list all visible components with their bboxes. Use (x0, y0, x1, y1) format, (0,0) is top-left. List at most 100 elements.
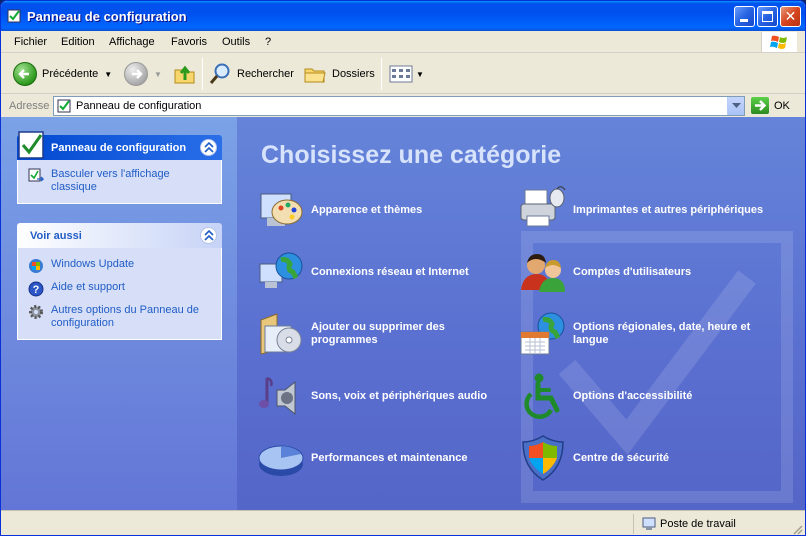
menu-affichage[interactable]: Affichage (109, 36, 155, 48)
forward-dropdown-icon[interactable]: ▼ (154, 70, 162, 79)
menu-fichier[interactable]: Fichier (14, 36, 47, 48)
folders-icon (304, 68, 326, 83)
status-zone-label: Poste de travail (660, 518, 736, 530)
chevron-up-icon (204, 230, 214, 241)
category-users[interactable]: Comptes d'utilisateurs (519, 248, 774, 296)
category-label: Centre de sécurité (573, 451, 669, 464)
control-panel-window: Panneau de configuration ✕ Fichier Editi… (0, 0, 806, 536)
address-input[interactable]: Panneau de configuration (53, 96, 745, 116)
go-arrow-icon (751, 97, 769, 114)
link-label: Basculer vers l'affichage classique (51, 168, 170, 193)
control-panel-icon (15, 129, 49, 161)
up-folder-button[interactable] (173, 60, 197, 88)
close-button[interactable]: ✕ (780, 6, 801, 27)
resize-grip-icon[interactable] (791, 523, 803, 535)
my-computer-icon (642, 517, 656, 531)
go-label: OK (774, 99, 790, 112)
panel-title: Voir aussi (30, 230, 82, 242)
category-add-remove-programs[interactable]: Ajouter ou supprimer des programmes (257, 310, 512, 358)
menu-favoris[interactable]: Favoris (171, 36, 207, 48)
windows-logo-icon (761, 32, 797, 52)
minimize-button[interactable] (734, 6, 755, 27)
menu-outils[interactable]: Outils (222, 36, 250, 48)
category-label: Connexions réseau et Internet (311, 265, 469, 278)
category-security-center[interactable]: Centre de sécurité (519, 434, 774, 482)
views-icon (389, 65, 413, 83)
menu-edition[interactable]: Edition (61, 36, 95, 48)
back-arrow-icon (13, 62, 37, 86)
views-button[interactable]: ▼ (389, 60, 424, 88)
category-label: Imprimantes et autres périphériques (573, 203, 764, 216)
chevron-down-icon (732, 103, 741, 108)
up-folder-icon (174, 65, 195, 84)
help-support-link[interactable]: ? Aide et support (28, 281, 211, 297)
status-bar: Poste de travail (1, 510, 805, 535)
panel-header[interactable]: Voir aussi (17, 223, 222, 248)
folders-label: Dossiers (332, 68, 375, 80)
regional-options-icon (519, 310, 567, 358)
search-label: Rechercher (237, 68, 294, 80)
menu-help[interactable]: ? (265, 36, 271, 48)
address-dropdown-button[interactable] (727, 97, 744, 115)
collapse-button[interactable] (200, 139, 217, 156)
content-area: Panneau de configuration Basculer vers l… (1, 117, 805, 510)
windows-update-link[interactable]: Windows Update (28, 258, 211, 274)
toolbar-separator (202, 58, 203, 90)
control-panel-icon (7, 8, 23, 24)
address-label: Adresse (9, 100, 50, 112)
link-label: Windows Update (51, 258, 135, 270)
close-icon: ✕ (784, 8, 797, 24)
panel-body: Windows Update ? Aide et support Autres … (17, 248, 222, 340)
category-appearance[interactable]: Apparence et thèmes (257, 186, 512, 234)
see-also-panel: Voir aussi Windows Update ? Aide et supp… (17, 223, 222, 340)
menu-bar: Fichier Edition Affichage Favoris Outils… (1, 31, 805, 53)
category-accessibility[interactable]: Options d'accessibilité (519, 372, 774, 420)
category-label: Options d'accessibilité (573, 389, 693, 402)
toolbar: Précédente ▼ ▼ Rechercher Dossiers ▼ (1, 54, 805, 94)
chevron-up-icon (204, 142, 214, 153)
add-remove-programs-icon (257, 310, 305, 358)
sound-icon (257, 372, 305, 420)
link-label: Aide et support (51, 281, 125, 293)
accessibility-icon (519, 372, 567, 420)
collapse-button[interactable] (200, 227, 217, 244)
title-bar[interactable]: Panneau de configuration ✕ (1, 1, 805, 31)
address-value: Panneau de configuration (76, 100, 202, 112)
search-button[interactable]: Rechercher (208, 60, 294, 88)
back-label: Précédente (42, 68, 99, 80)
category-view: Choisissez une catégorie Apparence et th… (237, 117, 805, 510)
page-title: Choisissez une catégorie (261, 141, 562, 169)
search-icon (209, 63, 230, 84)
switch-view-icon (28, 168, 45, 184)
category-regional-options[interactable]: Options régionales, date, heure et langu… (519, 310, 774, 358)
category-label: Performances et maintenance (311, 451, 468, 464)
panel-header[interactable]: Panneau de configuration (17, 131, 222, 160)
maximize-icon (762, 11, 773, 22)
performance-icon (257, 434, 305, 482)
back-dropdown-icon[interactable]: ▼ (104, 70, 112, 79)
status-zone: Poste de travail (633, 514, 803, 534)
category-label: Options régionales, date, heure et langu… (573, 321, 751, 346)
panel-title: Panneau de configuration (51, 142, 187, 154)
category-network[interactable]: Connexions réseau et Internet (257, 248, 512, 296)
svg-text:?: ? (33, 284, 40, 296)
category-label: Comptes d'utilisateurs (573, 265, 692, 278)
forward-button[interactable]: ▼ (124, 60, 162, 88)
windows-update-icon (28, 258, 44, 274)
category-performance[interactable]: Performances et maintenance (257, 434, 512, 482)
go-button[interactable]: OK (751, 97, 790, 114)
folders-button[interactable]: Dossiers (303, 60, 375, 88)
category-label: Sons, voix et périphériques audio (311, 389, 488, 402)
printer-icon (519, 186, 567, 234)
other-options-link[interactable]: Autres options du Panneau de configurati… (28, 304, 211, 330)
category-sound[interactable]: Sons, voix et périphériques audio (257, 372, 512, 420)
maximize-button[interactable] (757, 6, 778, 27)
users-icon (519, 248, 567, 296)
views-dropdown-icon[interactable]: ▼ (416, 70, 424, 79)
link-label: Autres options du Panneau de configurati… (51, 304, 200, 329)
switch-classic-view-link[interactable]: Basculer vers l'affichage classique (28, 168, 211, 194)
control-panel-icon (57, 98, 73, 114)
address-bar: Adresse Panneau de configuration OK (1, 95, 805, 117)
category-printers[interactable]: Imprimantes et autres périphériques (519, 186, 774, 234)
back-button[interactable]: Précédente ▼ (13, 60, 112, 88)
